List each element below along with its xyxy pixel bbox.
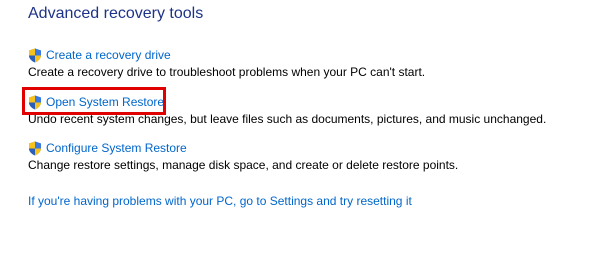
section-title: Advanced recovery tools xyxy=(28,5,204,22)
configure-system-restore-description: Change restore settings, manage disk spa… xyxy=(28,158,459,172)
reset-pc-settings-link[interactable]: If you're having problems with your PC, … xyxy=(28,194,412,208)
tool-create-recovery-drive: Create a recovery drive Create a recover… xyxy=(28,46,425,80)
tool-configure-system-restore: Configure System Restore Change restore … xyxy=(28,139,458,173)
open-system-restore-link[interactable]: Open System Restore xyxy=(28,93,546,111)
create-recovery-drive-link[interactable]: Create a recovery drive xyxy=(28,46,425,64)
uac-shield-icon xyxy=(29,95,41,109)
advanced-recovery-panel: Advanced recovery tools Create a recover… xyxy=(0,0,606,257)
create-recovery-drive-label[interactable]: Create a recovery drive xyxy=(46,48,171,62)
open-system-restore-description: Undo recent system changes, but leave fi… xyxy=(28,112,547,126)
uac-shield-icon xyxy=(29,48,41,62)
uac-shield-icon xyxy=(29,141,41,155)
create-recovery-drive-description: Create a recovery drive to troubleshoot … xyxy=(28,65,426,79)
configure-system-restore-label[interactable]: Configure System Restore xyxy=(46,141,187,155)
tool-open-system-restore: Open System Restore Undo recent system c… xyxy=(28,93,546,127)
open-system-restore-label[interactable]: Open System Restore xyxy=(46,95,164,109)
configure-system-restore-link[interactable]: Configure System Restore xyxy=(28,139,458,157)
